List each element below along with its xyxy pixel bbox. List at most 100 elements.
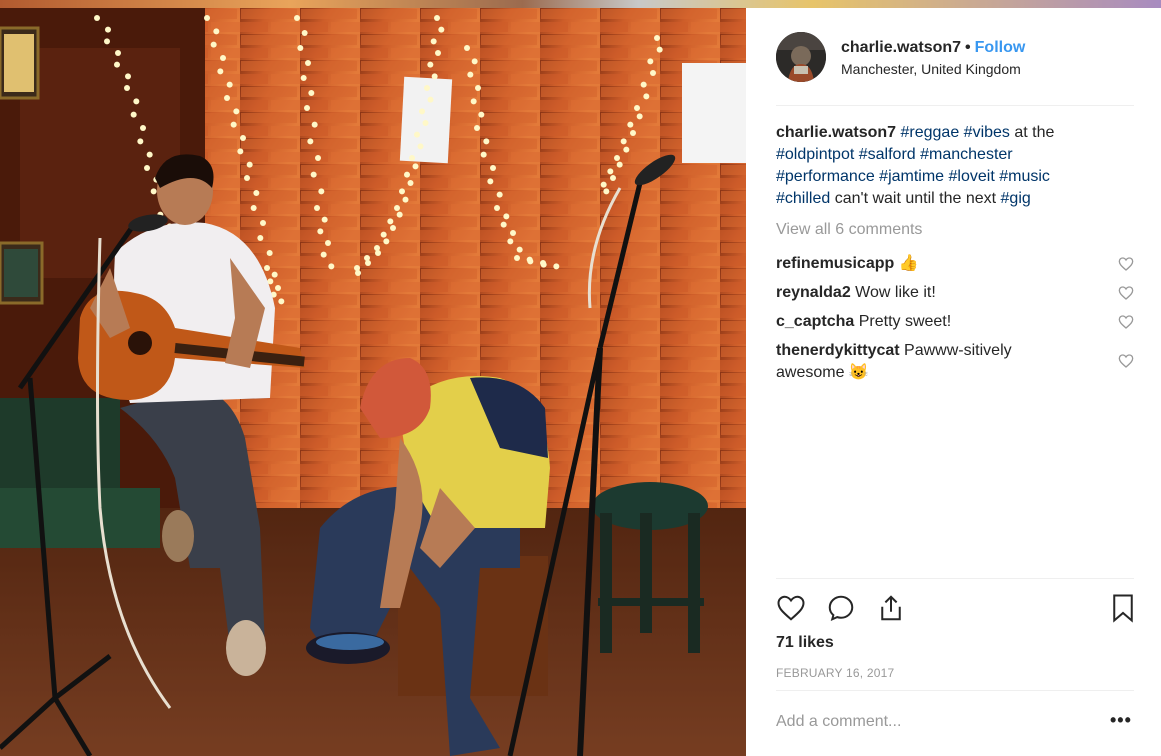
hashtag-manchester[interactable]: #manchester xyxy=(920,146,1013,163)
fairy-light xyxy=(643,93,650,100)
fairy-light xyxy=(115,50,121,56)
hashtag-music[interactable]: #music xyxy=(999,168,1050,185)
share-icon[interactable] xyxy=(876,593,906,623)
fairy-light xyxy=(419,108,425,115)
post-details-panel: charlie.watson7 • Follow Manchester, Unite… xyxy=(746,8,1161,756)
fairy-light xyxy=(553,263,560,270)
fairy-light xyxy=(307,138,314,145)
fairy-light xyxy=(467,71,474,78)
fairy-light xyxy=(510,230,516,236)
fairy-light xyxy=(355,270,361,276)
fairy-light xyxy=(297,45,304,51)
fairy-light xyxy=(375,250,381,256)
comment-username[interactable]: reynalda2 xyxy=(776,284,851,301)
comment-text: Pretty sweet! xyxy=(858,313,952,330)
fairy-light xyxy=(623,146,630,153)
fairy-light xyxy=(404,171,410,178)
fairy-light xyxy=(240,135,246,141)
fairy-light xyxy=(412,163,419,170)
hashtag-loveit[interactable]: #loveit xyxy=(949,168,995,185)
comment-bubble-icon[interactable] xyxy=(826,593,856,623)
post-photo[interactable] xyxy=(0,8,746,756)
hashtag-jamtime[interactable]: #jamtime xyxy=(879,168,944,185)
hashtag-gig[interactable]: #gig xyxy=(1001,190,1031,207)
fairy-light xyxy=(253,190,260,196)
fairy-light xyxy=(478,111,485,118)
fairy-light xyxy=(650,70,656,76)
post-header: charlie.watson7 • Follow Manchester, Unite… xyxy=(776,30,1134,90)
comment-like-heart-icon[interactable] xyxy=(1118,353,1134,369)
comment-like-heart-icon[interactable] xyxy=(1118,256,1134,272)
fairy-light xyxy=(438,26,445,33)
fairy-light xyxy=(275,285,281,291)
heart-icon[interactable] xyxy=(776,593,806,623)
hashtag-oldpintpot[interactable]: #oldpintpot xyxy=(776,146,854,163)
fairy-light xyxy=(233,108,240,115)
comment-like-heart-icon[interactable] xyxy=(1118,285,1134,301)
fairy-light xyxy=(130,111,137,118)
fairy-light xyxy=(654,35,660,41)
fairy-light xyxy=(318,188,325,195)
comment-item: reynalda2 Wow like it! xyxy=(776,282,1096,304)
fairy-light xyxy=(105,26,111,33)
fairy-light xyxy=(430,38,437,45)
fairy-light xyxy=(213,28,220,35)
fairy-light xyxy=(494,205,500,211)
likes-count[interactable]: 71 likes xyxy=(776,634,834,652)
fairy-light xyxy=(610,175,616,181)
hashtag-vibes[interactable]: #vibes xyxy=(964,124,1010,141)
fairy-light xyxy=(311,121,318,128)
fairy-light xyxy=(380,231,387,238)
fairy-light xyxy=(317,228,324,235)
fairy-light xyxy=(490,165,496,171)
comment-username[interactable]: thenerdykittycat xyxy=(776,342,900,359)
caption-username[interactable]: charlie.watson7 xyxy=(776,124,896,141)
fairy-light xyxy=(636,113,643,120)
fairy-light xyxy=(399,188,405,195)
hashtag-chilled[interactable]: #chilled xyxy=(776,190,830,207)
fairy-light xyxy=(527,258,534,265)
comment-item: refinemusicapp 👍 xyxy=(776,253,1096,275)
post-caption: charlie.watson7 #reggae #vibes at the #o… xyxy=(776,122,1106,210)
fairy-light xyxy=(407,180,414,186)
comment-box-divider xyxy=(776,690,1134,691)
more-options-button[interactable]: ••• xyxy=(1110,710,1132,731)
fairy-light xyxy=(503,213,510,220)
fairy-light xyxy=(514,255,520,261)
hashtag-salford[interactable]: #salford xyxy=(859,146,916,163)
top-image-strip xyxy=(0,0,1161,8)
fairy-light xyxy=(464,45,470,51)
fairy-light xyxy=(144,165,150,171)
view-all-comments-link[interactable]: View all 6 comments xyxy=(776,221,922,239)
fairy-light xyxy=(315,155,321,161)
comment-item: c_captcha Pretty sweet! xyxy=(776,311,1096,333)
fairy-light xyxy=(230,121,237,128)
header-divider xyxy=(776,105,1134,106)
fairy-light xyxy=(396,211,403,218)
user-avatar[interactable] xyxy=(776,32,826,82)
fairy-light xyxy=(114,61,120,68)
fairy-light xyxy=(627,121,634,128)
post-location[interactable]: Manchester, United Kingdom xyxy=(841,61,1021,77)
fairy-light xyxy=(354,265,360,271)
fairy-light xyxy=(310,171,317,178)
fairy-light xyxy=(507,238,514,245)
hashtag-performance[interactable]: #performance xyxy=(776,168,875,185)
comment-like-heart-icon[interactable] xyxy=(1118,314,1134,330)
fairy-light xyxy=(607,168,614,175)
fairy-light xyxy=(470,98,477,105)
bookmark-icon[interactable] xyxy=(1108,593,1138,623)
caption-text-2: can't wait until the next xyxy=(830,190,1001,207)
fairy-light xyxy=(260,220,266,226)
fairy-light xyxy=(427,61,434,68)
hashtag-reggae[interactable]: #reggae xyxy=(901,124,960,141)
fairy-light xyxy=(305,60,311,66)
add-comment-input[interactable]: Add a comment... xyxy=(776,713,901,731)
fairy-light xyxy=(266,250,273,256)
follow-button[interactable]: Follow xyxy=(975,39,1026,56)
comment-username[interactable]: refinemusicapp xyxy=(776,255,894,272)
fairy-light xyxy=(150,188,157,195)
post-username[interactable]: charlie.watson7 xyxy=(841,39,961,56)
comment-username[interactable]: c_captcha xyxy=(776,313,854,330)
fairy-light xyxy=(320,251,327,258)
